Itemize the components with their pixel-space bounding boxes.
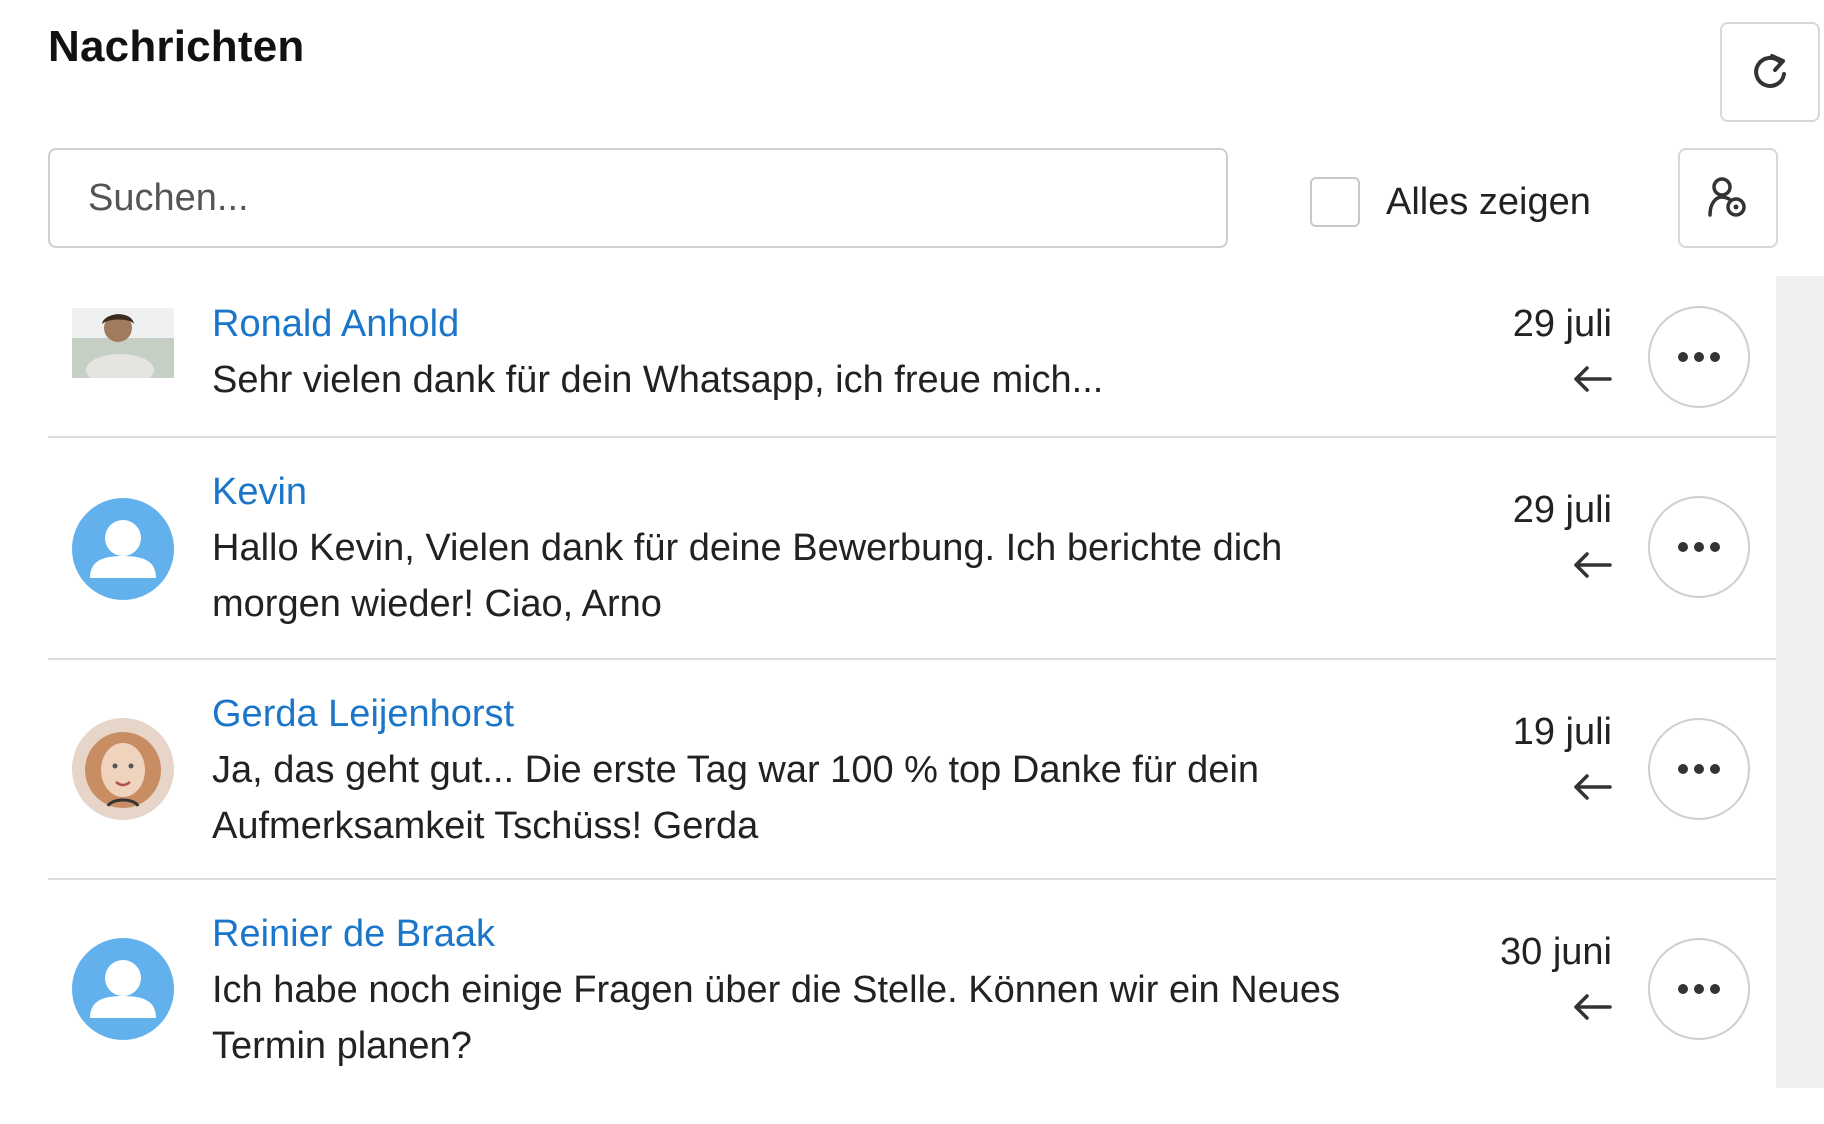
- refresh-button[interactable]: [1720, 22, 1820, 122]
- avatar: [72, 498, 174, 600]
- show-all-label: Alles zeigen: [1386, 180, 1591, 223]
- message-preview: Sehr vielen dank für dein Whatsapp, ich …: [212, 359, 1104, 401]
- page-title: Nachrichten: [48, 22, 305, 71]
- reply-arrow-icon: [1574, 366, 1612, 392]
- sender-name[interactable]: Reinier de Braak: [212, 910, 1422, 958]
- reply-arrow-icon: [1574, 774, 1612, 800]
- search-input[interactable]: [48, 148, 1228, 248]
- message-date: 29 juli: [1512, 303, 1612, 345]
- user-icon: [90, 960, 156, 1018]
- more-options-icon: [1678, 352, 1720, 362]
- message-row[interactable]: Reinier de Braak Ich habe noch einige Fr…: [48, 880, 1776, 1102]
- more-options-icon: [1678, 542, 1720, 552]
- more-options-icon: [1678, 984, 1720, 994]
- message-preview: Ja, das geht gut... Die erste Tag war 10…: [212, 749, 1260, 847]
- message-row[interactable]: Gerda Leijenhorst Ja, das geht gut... Di…: [48, 660, 1776, 880]
- avatar: [72, 938, 174, 1040]
- messages-page: Nachrichten Alles zeigen: [0, 0, 1824, 1124]
- message-date: 19 juli: [1512, 711, 1612, 753]
- user-settings-icon: [1708, 177, 1746, 217]
- avatar: [72, 718, 174, 820]
- message-list: Ronald Anhold Sehr vielen dank für dein …: [48, 276, 1776, 1102]
- sender-name[interactable]: Ronald Anhold: [212, 300, 1103, 348]
- message-row[interactable]: Kevin Hallo Kevin, Vielen dank für deine…: [48, 438, 1776, 660]
- user-icon: [90, 520, 156, 578]
- more-options-button[interactable]: [1648, 938, 1750, 1040]
- user-settings-button[interactable]: [1678, 148, 1778, 248]
- message-preview: Ich habe noch einige Fragen über die Ste…: [212, 969, 1341, 1067]
- refresh-icon: [1754, 54, 1786, 88]
- reply-arrow-icon: [1574, 994, 1612, 1020]
- show-all-checkbox[interactable]: [1310, 177, 1360, 227]
- more-options-icon: [1678, 764, 1720, 774]
- show-all-toggle[interactable]: Alles zeigen: [1310, 176, 1591, 228]
- message-date: 29 juli: [1512, 489, 1612, 531]
- more-options-button[interactable]: [1648, 496, 1750, 598]
- message-date: 30 juni: [1500, 931, 1612, 973]
- message-preview: Hallo Kevin, Vielen dank für deine Bewer…: [212, 527, 1283, 625]
- more-options-button[interactable]: [1648, 306, 1750, 408]
- message-row[interactable]: Ronald Anhold Sehr vielen dank für dein …: [48, 276, 1776, 438]
- avatar: [72, 308, 174, 378]
- more-options-button[interactable]: [1648, 718, 1750, 820]
- sender-name[interactable]: Kevin: [212, 468, 1412, 516]
- scrollbar-track[interactable]: [1776, 276, 1824, 1088]
- sender-name[interactable]: Gerda Leijenhorst: [212, 690, 1412, 738]
- reply-arrow-icon: [1574, 552, 1612, 578]
